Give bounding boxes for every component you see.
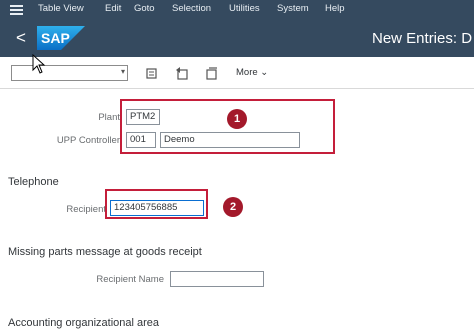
recipient-name-input[interactable] — [170, 271, 264, 287]
sap-logo: SAP — [37, 26, 85, 50]
menu-utilities[interactable]: Utilities — [229, 3, 260, 14]
copy-icon[interactable] — [144, 65, 160, 81]
missing-parts-section-title: Missing parts message at goods receipt — [8, 246, 202, 258]
more-label: More — [236, 67, 258, 78]
hamburger-menu-icon[interactable] — [10, 5, 23, 15]
transaction-select[interactable]: ▾ — [11, 65, 128, 81]
shell-header: Table View Edit Goto Selection Utilities… — [0, 0, 474, 57]
menu-help[interactable]: Help — [325, 3, 345, 14]
undo-icon[interactable] — [174, 65, 190, 81]
title-bar: < SAP New Entries: D — [0, 20, 474, 57]
recipient-name-label: Recipient Name — [96, 274, 164, 285]
chevron-down-icon: ▾ — [120, 67, 125, 76]
toolbar: ▾ More ⌄ — [0, 57, 474, 89]
more-button[interactable]: More ⌄ — [236, 67, 268, 78]
mouse-cursor-icon — [32, 54, 46, 74]
highlight-box-2 — [105, 189, 208, 219]
highlight-box-1 — [120, 99, 335, 154]
annotation-badge-2: 2 — [223, 197, 243, 217]
back-arrow-icon[interactable]: < — [16, 29, 30, 47]
telephone-section-title: Telephone — [8, 176, 59, 188]
chevron-down-icon: ⌄ — [260, 67, 269, 78]
page-title: New Entries: D — [372, 30, 473, 47]
plant-label: Plant — [98, 112, 120, 123]
menu-bar: Table View Edit Goto Selection Utilities… — [0, 0, 474, 20]
menu-selection[interactable]: Selection — [172, 3, 211, 14]
menu-edit[interactable]: Edit — [105, 3, 121, 14]
delete-icon[interactable] — [204, 65, 220, 81]
recipient-label: Recipient — [66, 204, 106, 215]
sap-logo-text: SAP — [41, 30, 70, 46]
upp-controller-label: UPP Controller — [56, 135, 120, 146]
menu-system[interactable]: System — [277, 3, 309, 14]
menu-table-view[interactable]: Table View — [38, 3, 84, 14]
form-content: Plant PTM2 UPP Controller 001 Deemo 1 Te… — [0, 90, 474, 330]
accounting-section-title: Accounting organizational area — [8, 317, 160, 329]
annotation-badge-1: 1 — [227, 109, 247, 129]
menu-goto[interactable]: Goto — [134, 3, 155, 14]
